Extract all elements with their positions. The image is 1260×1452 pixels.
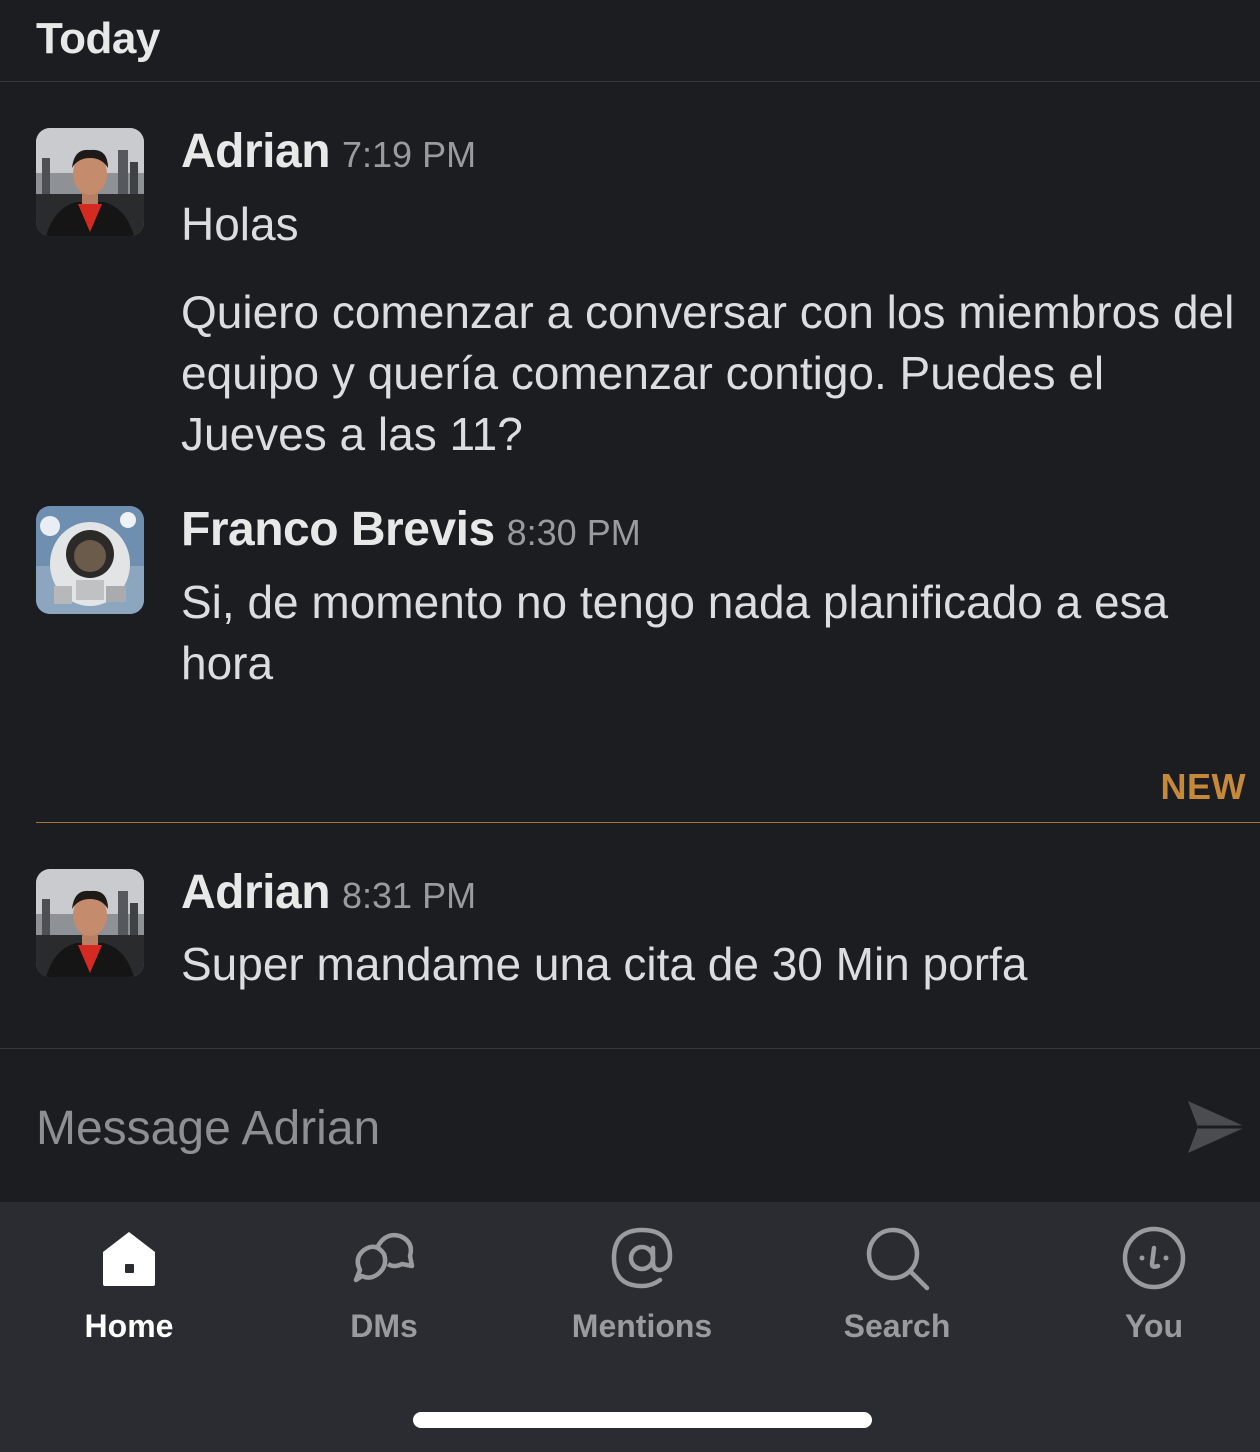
search-icon	[863, 1224, 931, 1292]
tab-label: Mentions	[571, 1308, 713, 1344]
tab-dms[interactable]: DMs	[284, 1202, 484, 1362]
message-author[interactable]: Adrian	[181, 866, 331, 919]
day-divider-label: Today	[36, 14, 160, 63]
tab-label: Home	[84, 1308, 174, 1344]
new-messages-divider	[36, 822, 1260, 823]
adrian-avatar[interactable]	[36, 128, 144, 236]
message-composer	[0, 1048, 1260, 1202]
message-text: Holas	[181, 198, 299, 250]
tab-search[interactable]: Search	[797, 1202, 997, 1362]
home-indicator[interactable]	[413, 1412, 872, 1428]
message-timestamp[interactable]: 8:31 PM	[342, 875, 476, 916]
tab-home[interactable]: Home	[29, 1202, 229, 1362]
message-text: Si, de momento no tengo nada planificado…	[181, 576, 1169, 689]
message-timestamp[interactable]: 8:30 PM	[507, 512, 641, 553]
send-icon[interactable]	[1184, 1097, 1248, 1157]
dms-icon	[350, 1224, 418, 1292]
day-divider: Today	[0, 0, 1260, 82]
adrian-avatar[interactable]	[36, 869, 144, 977]
message-timestamp[interactable]: 7:19 PM	[342, 134, 476, 175]
new-messages-label: NEW	[1160, 766, 1246, 807]
tab-label: DMs	[350, 1308, 418, 1344]
message-text: Super mandame una cita de 30 Min porfa	[181, 938, 1028, 990]
message-input[interactable]	[34, 1087, 1138, 1169]
home-icon	[95, 1224, 163, 1292]
tab-label: You	[1124, 1308, 1184, 1344]
you-icon	[1120, 1224, 1188, 1292]
tab-mentions[interactable]: Mentions	[542, 1202, 742, 1362]
franco-avatar[interactable]	[36, 506, 144, 614]
message-author[interactable]: Franco Brevis	[181, 503, 495, 556]
tab-label: Search	[843, 1308, 951, 1344]
tab-you[interactable]: You	[1054, 1202, 1254, 1362]
message-text: Quiero comenzar a conversar con los miem…	[181, 286, 1235, 460]
mentions-icon	[608, 1224, 676, 1292]
message-author[interactable]: Adrian	[181, 125, 331, 178]
